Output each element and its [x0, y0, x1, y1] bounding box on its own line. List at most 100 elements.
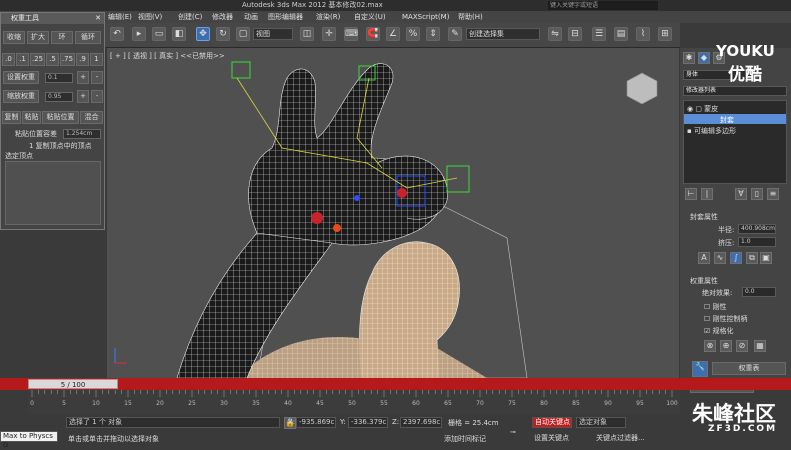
paste-tolerance-spinner[interactable]: 1.254cm — [63, 129, 101, 139]
falloff-slow-icon[interactable]: ∫ — [730, 252, 742, 264]
show-end-result-icon[interactable]: | — [701, 188, 713, 200]
search-input[interactable]: 键入关键字或短语 — [548, 1, 658, 10]
close-icon[interactable]: ✕ — [95, 13, 101, 24]
copy-button[interactable]: 复制 — [2, 111, 21, 124]
window-crossing-icon[interactable]: ◧ — [172, 27, 186, 41]
snaps-toggle-icon[interactable]: 🧲 — [366, 27, 380, 41]
pivot-center-icon[interactable]: ◫ — [300, 27, 314, 41]
loop-button[interactable]: 循环 — [75, 31, 101, 44]
undo-icon[interactable]: ↶ — [110, 27, 124, 41]
percent-snap-icon[interactable]: % — [406, 27, 420, 41]
keyboard-shortcut-icon[interactable]: ⌨ — [344, 27, 358, 41]
exclude-verts-icon[interactable]: ⊗ — [704, 340, 716, 352]
weight-plus-button[interactable]: + — [77, 71, 89, 84]
select-excluded-icon[interactable]: ⊘ — [736, 340, 748, 352]
weight-0.9-button[interactable]: .9 — [76, 53, 89, 66]
weight-0.25-button[interactable]: .25 — [30, 53, 45, 66]
remove-modifier-icon[interactable]: ▯ — [751, 188, 763, 200]
key-mode-dropdown[interactable]: 选定对象 — [576, 417, 626, 428]
scale-minus-button[interactable]: - — [91, 90, 103, 103]
stack-item-editable-poly[interactable]: ▪ 可编辑多边形 — [687, 126, 736, 136]
weight-0-button[interactable]: .0 — [2, 53, 15, 66]
menu-create[interactable]: 创建(C) — [178, 11, 202, 23]
weight-table-button[interactable]: 权重表 — [712, 362, 786, 375]
menu-maxscript[interactable]: MAXScript(M) — [402, 11, 449, 23]
modifier-list-dropdown[interactable]: 修改器列表 — [683, 86, 787, 96]
align-icon[interactable]: ⊟ — [568, 27, 582, 41]
select-rotate-icon[interactable]: ↻ — [216, 27, 230, 41]
menu-edit[interactable]: 编辑(E) — [108, 11, 132, 23]
stack-item-envelope[interactable]: 封套 — [720, 115, 734, 125]
make-unique-icon[interactable]: ∀ — [735, 188, 747, 200]
key-icon[interactable]: ⊸ — [510, 428, 516, 436]
set-weight-button[interactable]: 设置权重 — [3, 71, 39, 84]
shrink-button[interactable]: 收缩 — [3, 31, 25, 44]
select-manipulate-icon[interactable]: ✛ — [322, 27, 336, 41]
squash-spinner[interactable]: 1.0 — [738, 237, 776, 247]
select-scale-icon[interactable]: ▢ — [236, 27, 250, 41]
scale-plus-button[interactable]: + — [77, 90, 89, 103]
select-move-icon[interactable]: ✥ — [196, 27, 210, 41]
set-key-button[interactable]: 设置关键点 — [534, 433, 569, 443]
absolute-falloff-icon[interactable]: A — [698, 252, 710, 264]
menu-rendering[interactable]: 渲染(R) — [316, 11, 340, 23]
pin-stack-icon[interactable]: ⊢ — [685, 188, 697, 200]
scale-weight-spinner[interactable]: 0.95 — [45, 92, 73, 102]
menu-view[interactable]: 视图(V) — [138, 11, 162, 23]
graphite-tools-icon[interactable]: ▤ — [614, 27, 628, 41]
schematic-view-icon[interactable]: ⊞ — [658, 27, 672, 41]
weight-0.5-button[interactable]: .5 — [46, 53, 59, 66]
stack-item-skin[interactable]: ◉ ▢ 蒙皮 — [687, 104, 718, 114]
scale-weight-button[interactable]: 缩放权重 — [3, 90, 39, 103]
maxscript-listener[interactable]: Max to Physcs G — [0, 431, 58, 449]
time-slider[interactable]: 5 / 100 — [28, 379, 118, 389]
rigid-handles-checkbox[interactable]: ☐ 刚性控制柄 — [704, 314, 748, 324]
grow-button[interactable]: 扩大 — [27, 31, 49, 44]
menu-help[interactable]: 帮助(H) — [458, 11, 483, 23]
weight-0.1-button[interactable]: .1 — [16, 53, 29, 66]
curve-editor-icon[interactable]: ⌇ — [636, 27, 650, 41]
edit-named-selection-icon[interactable]: ✎ — [448, 27, 462, 41]
weight-tool-titlebar[interactable]: 权重工具 ✕ — [1, 13, 104, 24]
weight-1-button[interactable]: 1 — [90, 53, 103, 66]
ring-button[interactable]: 环 — [51, 31, 73, 44]
track-bar[interactable]: 0 5 10 15 20 25 30 35 40 45 50 55 60 65 70 75 80 85 90 95 10… — [28, 390, 680, 414]
stack-item-envelope-highlight[interactable] — [684, 114, 786, 124]
set-weight-spinner[interactable]: 0.1 — [45, 73, 73, 83]
modify-tab-icon[interactable]: ◆ — [698, 52, 710, 64]
wrench-icon[interactable]: 🔧 — [692, 361, 708, 377]
menu-customize[interactable]: 自定义(U) — [354, 11, 386, 23]
rigid-checkbox[interactable]: ☐ 刚性 — [704, 302, 727, 312]
x-coordinate[interactable]: -935.869c — [296, 417, 336, 428]
menu-animation[interactable]: 动画 — [244, 11, 258, 23]
copy-envelope-icon[interactable]: ⧉ — [746, 252, 758, 264]
weight-0.75-button[interactable]: .75 — [60, 53, 75, 66]
layer-manager-icon[interactable]: ☰ — [592, 27, 606, 41]
key-filters-button[interactable]: 关键点过滤器... — [596, 433, 645, 443]
include-verts-icon[interactable]: ⊕ — [720, 340, 732, 352]
z-coordinate[interactable]: 2397.698c — [400, 417, 442, 428]
selected-vertices-list[interactable] — [5, 161, 101, 225]
paste-button[interactable]: 粘贴 — [22, 111, 41, 124]
select-region-icon[interactable]: ▭ — [152, 27, 166, 41]
falloff-curve-icon[interactable]: ∿ — [714, 252, 726, 264]
reference-coordinate-dropdown[interactable]: 视图 — [253, 28, 293, 40]
viewport-label[interactable]: [ + ] [ 透视 ] [ 真实 ] <<已禁用>> — [110, 51, 225, 61]
spinner-snap-icon[interactable]: ⇕ — [426, 27, 440, 41]
named-selection-set-dropdown[interactable]: 创建选择集 — [466, 28, 540, 40]
radius-spinner[interactable]: 400.908cm — [738, 224, 776, 234]
perspective-viewport[interactable] — [107, 48, 679, 378]
paste-envelope-icon[interactable]: ▣ — [760, 252, 772, 264]
menu-graph-editors[interactable]: 图形编辑器 — [268, 11, 303, 23]
absolute-effect-spinner[interactable]: 0.0 — [742, 287, 776, 297]
blend-button[interactable]: 混合 — [80, 111, 103, 124]
paste-position-button[interactable]: 粘贴位置 — [42, 111, 79, 124]
bake-weights-icon[interactable]: ▦ — [754, 340, 766, 352]
menu-modifiers[interactable]: 修改器 — [212, 11, 233, 23]
create-tab-icon[interactable]: ✱ — [683, 52, 695, 64]
mirror-icon[interactable]: ⇋ — [548, 27, 562, 41]
weight-minus-button[interactable]: - — [91, 71, 103, 84]
configure-sets-icon[interactable]: ≡ — [767, 188, 779, 200]
angle-snap-icon[interactable]: ∠ — [386, 27, 400, 41]
select-object-icon[interactable]: ▸ — [132, 27, 146, 41]
